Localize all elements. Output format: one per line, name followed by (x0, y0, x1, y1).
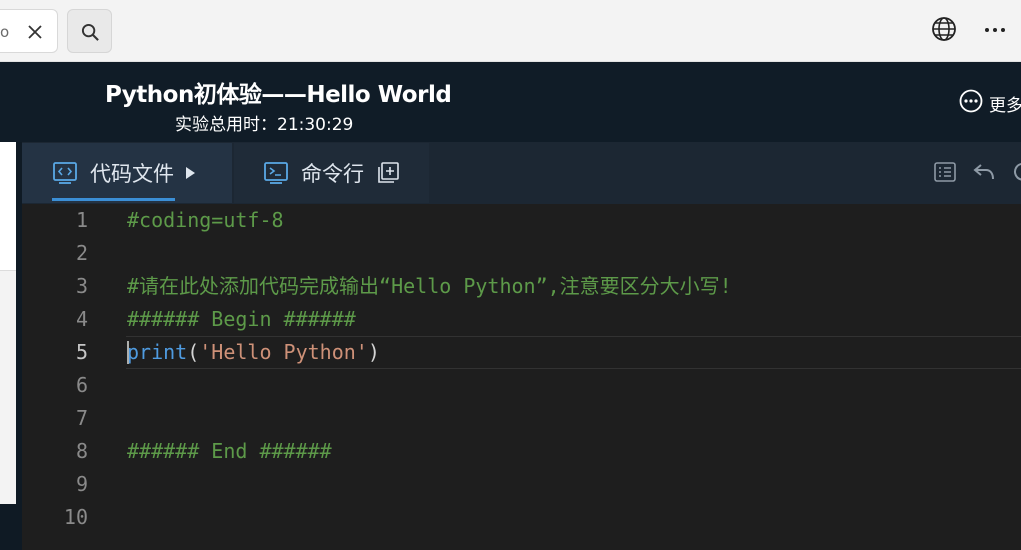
globe-icon[interactable] (931, 16, 959, 44)
browser-toolbar: o (0, 0, 1021, 62)
code-text[interactable]: ###### Begin ###### (127, 303, 356, 336)
more-circle-icon (959, 89, 983, 118)
more-menu-button[interactable]: 更多 (959, 89, 1021, 118)
tab-terminal[interactable]: 命令行 (234, 143, 429, 203)
line-number: 9 (75, 472, 88, 496)
code-text[interactable]: #请在此处添加代码完成输出“Hello Python”,注意要区分大小写! (127, 270, 732, 303)
code-line[interactable]: 2 (22, 237, 1021, 270)
undo-icon[interactable] (972, 160, 996, 188)
reset-icon[interactable] (1011, 160, 1021, 188)
new-terminal-icon[interactable] (376, 161, 400, 185)
code-line[interactable]: 9 (22, 468, 1021, 501)
browser-tab[interactable]: o (0, 9, 58, 53)
code-text[interactable]: ###### End ###### (127, 435, 332, 468)
code-line[interactable]: 10 (22, 501, 1021, 534)
line-number: 6 (75, 373, 88, 397)
code-text[interactable]: print('Hello Python') (127, 336, 380, 369)
code-string: 'Hello Python' (199, 340, 368, 364)
course-header: Python初体验——Hello World 实验总用时：21:30:29 更多 (0, 62, 1021, 142)
line-number: 5 (75, 340, 88, 364)
more-horizontal-icon[interactable] (983, 18, 1007, 42)
code-line[interactable]: 4 ###### Begin ###### (22, 303, 1021, 336)
code-line[interactable]: 6 (22, 369, 1021, 402)
left-panel-edge (0, 142, 16, 504)
tab-terminal-label: 命令行 (301, 162, 364, 186)
left-panel-card (0, 142, 16, 271)
code-line-current[interactable]: 5 print('Hello Python') (22, 336, 1021, 369)
line-number: 8 (75, 439, 88, 463)
left-panel-footer (0, 504, 22, 550)
text-cursor (127, 341, 129, 364)
search-button[interactable] (67, 9, 112, 53)
code-editor[interactable]: 1 #coding=utf-8 2 3 #请在此处添加代码完成输出“Hello … (22, 204, 1021, 550)
code-file-icon (52, 161, 78, 185)
line-number: 3 (75, 274, 88, 298)
editor-toolbar (933, 160, 1021, 188)
close-icon[interactable] (27, 24, 43, 44)
code-line[interactable]: 8 ###### End ###### (22, 435, 1021, 468)
code-line[interactable]: 3 #请在此处添加代码完成输出“Hello Python”,注意要区分大小写! (22, 270, 1021, 303)
line-number: 2 (75, 241, 88, 265)
tab-code-file-label: 代码文件 (90, 162, 174, 186)
editor-tab-bar: 代码文件 命令行 (22, 142, 1021, 204)
page-title: Python初体验——Hello World (105, 82, 452, 108)
line-number: 1 (75, 208, 88, 232)
experiment-timer: 实验总用时：21:30:29 (175, 115, 354, 135)
line-number: 10 (63, 505, 88, 529)
code-line[interactable]: 1 #coding=utf-8 (22, 204, 1021, 237)
browser-tab-title: o (0, 23, 10, 41)
line-number: 4 (75, 307, 88, 331)
code-line[interactable]: 7 (22, 402, 1021, 435)
list-icon[interactable] (933, 160, 957, 188)
code-text[interactable]: #coding=utf-8 (127, 204, 284, 237)
line-number: 7 (75, 406, 88, 430)
code-function: print (127, 340, 188, 364)
caret-right-icon[interactable] (184, 166, 196, 180)
terminal-icon (263, 161, 289, 185)
tab-code-file[interactable]: 代码文件 (22, 143, 232, 203)
code-paren-close: ) (367, 340, 380, 364)
more-menu-label: 更多 (989, 95, 1021, 116)
code-paren-open: ( (187, 340, 200, 364)
